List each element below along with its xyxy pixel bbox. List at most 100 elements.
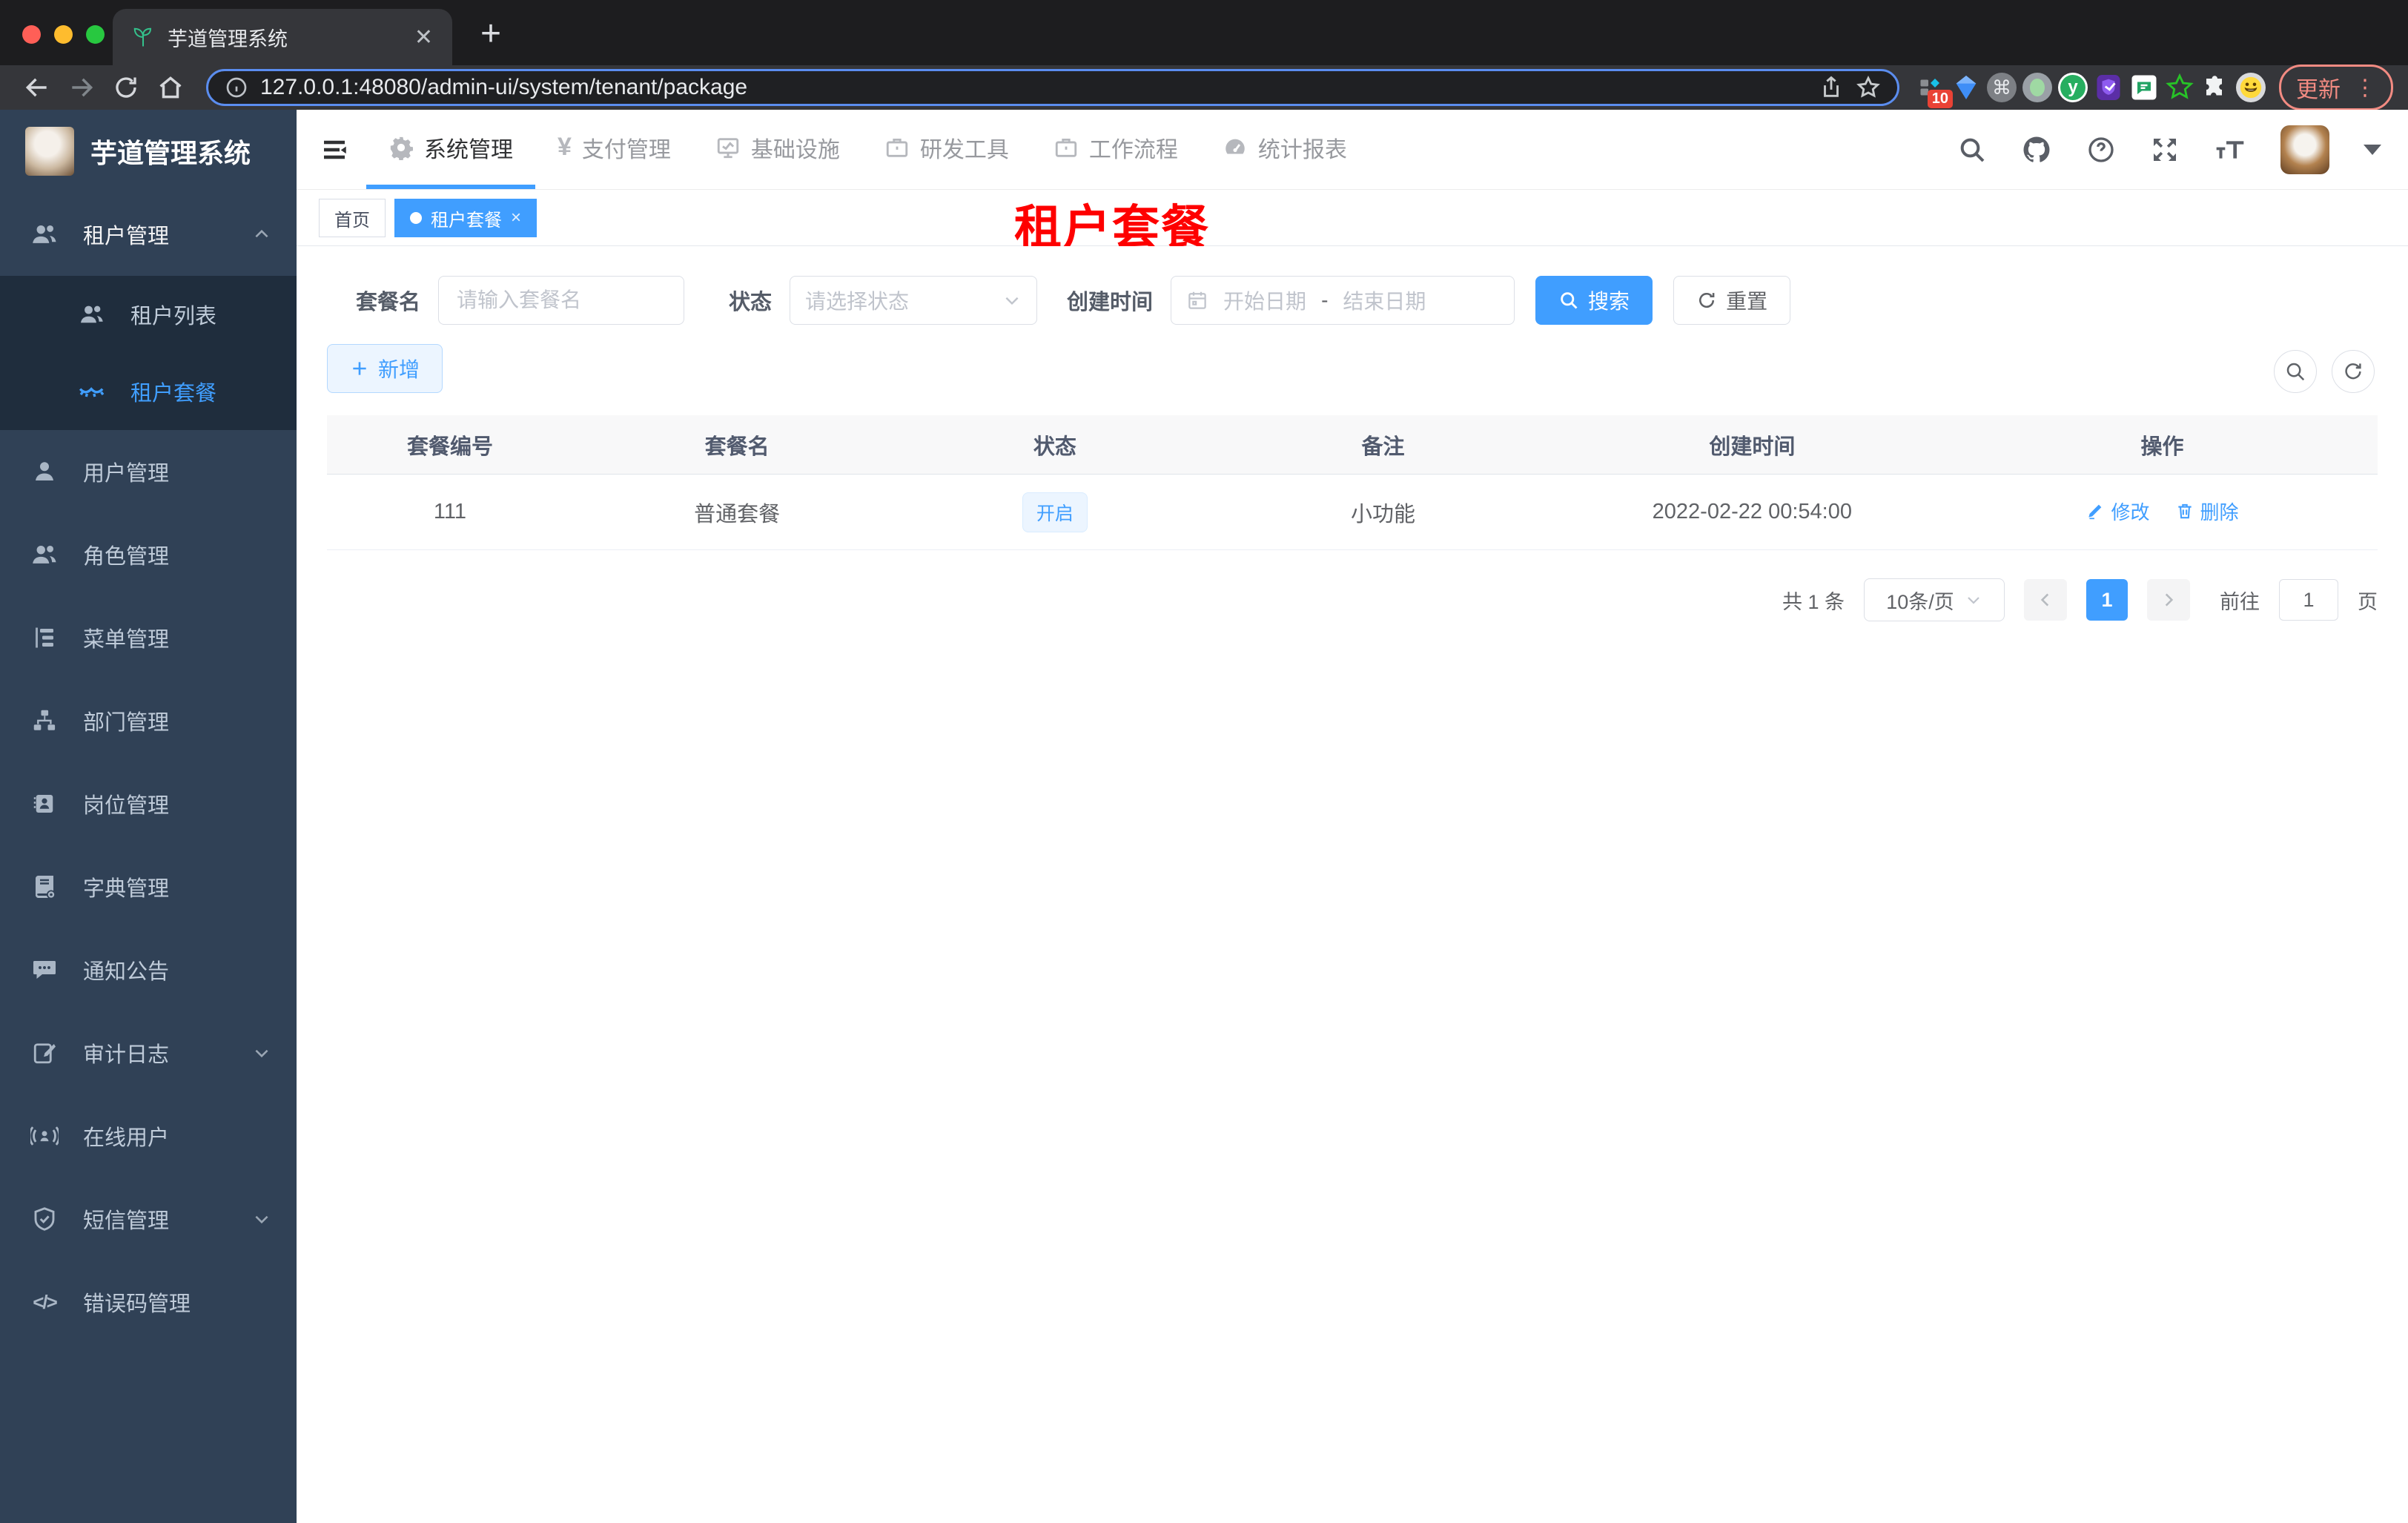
tab-close-icon[interactable]: ✕ [414,24,433,50]
column-header[interactable]: 备注 [1208,429,1557,460]
sidebar-item-tenant-management[interactable]: 租户管理 [0,193,297,276]
browser-update-button[interactable]: 更新 ⋮ [2279,65,2393,110]
sidebar-item-tenant-list[interactable]: 租户列表 [0,276,297,353]
browser-menu-dots-icon[interactable]: ⋮ [2354,75,2376,101]
extension-shield-icon[interactable] [2091,73,2126,102]
sidebar-item-user-management[interactable]: 用户管理 [0,430,297,513]
show-search-button[interactable] [2274,350,2317,393]
add-button[interactable]: 新增 [327,344,443,393]
sidebar-item-label: 岗位管理 [83,794,170,818]
browser-chrome: 芋道管理系统 ✕ + 127.0.0.1:48080/admin-ui/syst… [0,0,2408,110]
extension-y-icon[interactable]: y [2055,73,2091,102]
reset-button[interactable]: 重置 [1673,276,1791,325]
back-icon[interactable] [15,73,59,102]
app-logo[interactable]: 芋道管理系统 [0,110,297,193]
briefcase-icon [884,135,910,160]
sidebar-item-tenant-package[interactable]: 租户套餐 [0,353,297,430]
sidebar-item-dept-management[interactable]: 部门管理 [0,679,297,762]
edit-link[interactable]: 修改 [2086,498,2149,525]
sidebar-item-sms-management[interactable]: 短信管理 [0,1177,297,1261]
total-count: 共 1 条 [1782,590,1845,613]
sidebar-item-online-users[interactable]: 在线用户 [0,1094,297,1177]
fullscreen-icon[interactable] [2150,135,2180,165]
date-range-picker[interactable]: 开始日期 - 结束日期 [1171,276,1515,325]
date-start-placeholder: 开始日期 [1223,290,1307,313]
column-header[interactable]: 创建时间 [1558,429,1948,460]
delete-link[interactable]: 删除 [2175,498,2239,525]
extension-puzzle-icon[interactable] [2197,74,2233,101]
extension-chat-icon[interactable] [2126,74,2162,101]
search-icon[interactable] [1957,135,1987,165]
extension-dot-icon[interactable] [2020,73,2055,102]
share-icon[interactable] [1819,75,1844,100]
window-controls[interactable] [22,25,105,44]
url-text[interactable]: 127.0.0.1:48080/admin-ui/system/tenant/p… [260,75,1807,100]
refresh-table-button[interactable] [2332,350,2375,393]
sidebar-item-audit-log[interactable]: 审计日志 [0,1011,297,1094]
sidebar-item-menu-management[interactable]: 菜单管理 [0,596,297,679]
close-window-button[interactable] [22,25,41,44]
close-icon[interactable]: × [511,208,521,228]
sidebar-item-dict-management[interactable]: 字典管理 [0,845,297,928]
topnav-payment[interactable]: ¥ 支付管理 [535,110,693,189]
topnav-infrastructure[interactable]: 基础设施 [693,110,862,189]
page-number-1[interactable]: 1 [2086,579,2128,621]
sidebar-submenu-tenant: 租户列表 租户套餐 [0,276,297,430]
topnav-workflow[interactable]: 工作流程 [1031,110,1200,189]
font-size-icon[interactable] [2214,135,2246,165]
search-button[interactable]: 搜索 [1535,276,1653,325]
column-header[interactable]: 状态 [901,429,1208,460]
column-header[interactable]: 套餐名 [573,429,902,460]
package-name-input-wrap [438,276,685,325]
extension-command-icon[interactable]: ⌘ [1984,73,2020,102]
topnav-system[interactable]: 系统管理 [366,110,535,189]
url-bar[interactable]: 127.0.0.1:48080/admin-ui/system/tenant/p… [206,69,1899,106]
help-icon[interactable] [2086,135,2116,165]
avatar[interactable] [2280,125,2329,174]
status-badge: 开启 [1022,492,1088,532]
page-size-select[interactable]: 10条/页 [1864,578,2005,621]
sidebar-item-role-management[interactable]: 角色管理 [0,513,297,596]
sidebar-item-error-code[interactable]: </> 错误码管理 [0,1261,297,1344]
package-name-input[interactable] [457,288,666,312]
next-page-button[interactable] [2147,579,2190,621]
filter-form: 套餐名 状态 请选择状态 创建时间 开始日期 - 结束日期 搜索 重置 [356,276,1791,325]
minimize-window-button[interactable] [54,25,73,44]
extension-star-icon[interactable] [2162,73,2197,102]
topnav-reports[interactable]: 统计报表 [1200,110,1369,189]
goto-page-input[interactable] [2279,579,2338,621]
new-tab-button[interactable]: + [480,13,501,54]
collapse-sidebar-icon[interactable] [319,134,350,165]
sidebar-item-post-management[interactable]: 岗位管理 [0,762,297,845]
tag-home[interactable]: 首页 [319,199,386,237]
github-icon[interactable] [2021,134,2052,165]
reload-icon[interactable] [104,74,148,101]
gear-icon [388,135,414,160]
column-header[interactable]: 操作 [1947,429,2378,460]
browser-tab[interactable]: 芋道管理系统 ✕ [113,9,452,65]
extension-gem-icon[interactable] [1948,74,1984,101]
online-users-icon [30,1122,59,1150]
extension-tasks-icon[interactable]: 10 [1913,74,1953,108]
prev-page-button[interactable] [2024,579,2067,621]
extension-emoji-icon[interactable] [2233,73,2269,102]
gauge-icon [1223,135,1248,160]
caret-down-icon[interactable] [2364,144,2381,155]
home-icon[interactable] [148,73,193,102]
column-header[interactable]: 套餐编号 [327,429,573,460]
date-filter-label: 创建时间 [1067,291,1154,314]
topnav-dev-tools[interactable]: 研发工具 [862,110,1031,189]
tag-label: 首页 [334,210,370,231]
main-content: 套餐名 状态 请选择状态 创建时间 开始日期 - 结束日期 搜索 重置 [297,246,2408,1523]
status-select[interactable]: 请选择状态 [790,276,1038,325]
zoom-window-button[interactable] [86,25,105,44]
dictionary-icon [30,873,59,900]
monitor-icon [715,135,741,160]
site-info-icon[interactable] [225,76,248,99]
forward-icon[interactable] [59,73,104,102]
tenant-icon [30,220,59,248]
delete-label: 删除 [2200,500,2239,523]
sidebar-item-notice[interactable]: 通知公告 [0,928,297,1011]
tag-tenant-package[interactable]: 租户套餐 × [394,199,538,237]
bookmark-star-icon[interactable] [1856,75,1881,100]
